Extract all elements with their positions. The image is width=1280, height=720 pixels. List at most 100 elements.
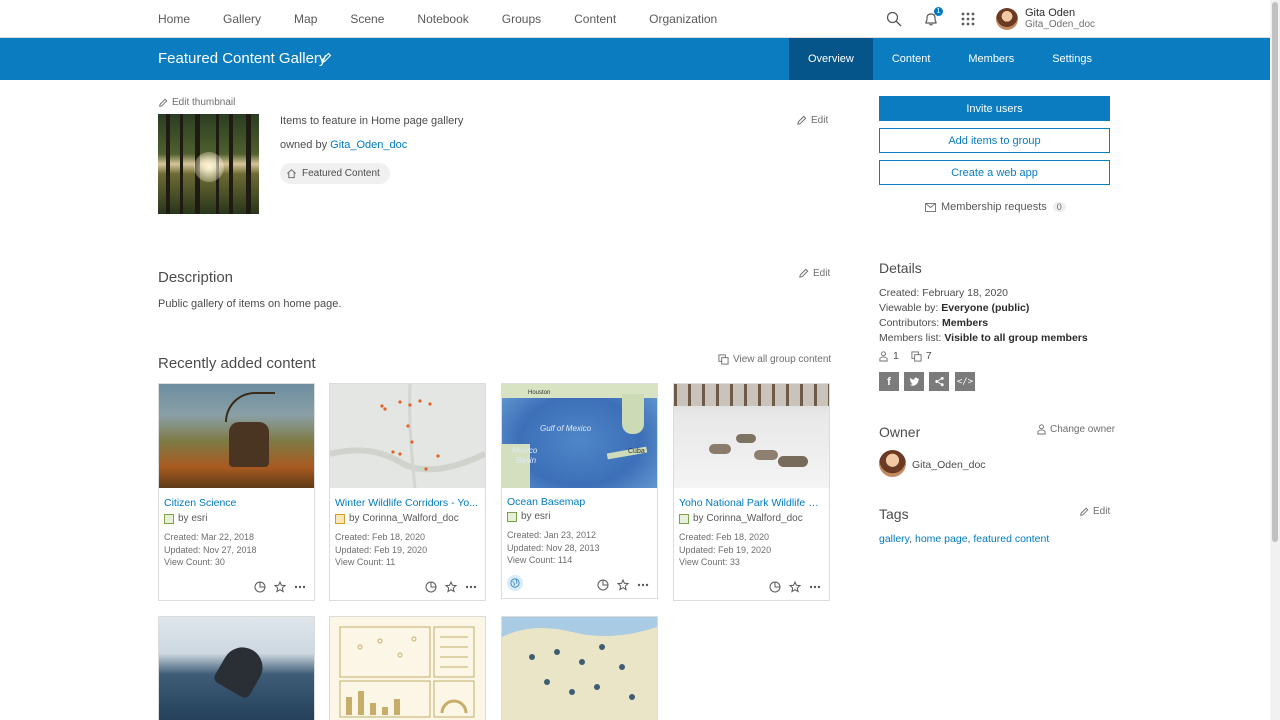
group-summary: Items to feature in Home page gallery [280,115,464,127]
owner-name[interactable]: Gita_Oden_doc [912,459,986,471]
tab-settings[interactable]: Settings [1033,38,1111,80]
notification-count-badge: 1 [934,7,943,16]
embed-code-icon[interactable]: </> [955,372,975,391]
envelope-icon [925,202,936,212]
details-heading: Details [879,260,922,276]
tab-members[interactable]: Members [949,38,1033,80]
details-viewable: Viewable by: Everyone (public) [879,302,1029,314]
citizen-science-thumbnail [159,384,314,488]
tag-link[interactable]: featured content [973,533,1049,545]
edit-description-label: Edit [813,268,831,279]
details-counts: 1 7 [879,350,932,362]
invite-users-button[interactable]: Invite users [879,96,1110,121]
details-contributors: Contributors: Members [879,317,988,329]
nav-organization[interactable]: Organization [649,12,717,26]
tag-link[interactable]: home page [915,533,968,545]
nav-scene[interactable]: Scene [350,12,384,26]
view-all-group-content-link[interactable]: View all group content [718,354,831,365]
content-card-views: View Count: 11 [335,557,396,567]
user-username: Gita_Oden_doc [1025,19,1096,30]
content-card-title[interactable]: Yoho National Park Wildlife M... [679,497,825,509]
page-scrollbar[interactable] [1270,0,1280,720]
basemap-globe-icon [507,575,523,591]
content-card-meta: Created: Jan 23, 2012 Updated: Nov 28, 2… [507,529,600,567]
person-icon [1037,424,1046,435]
viewable-label: Viewable by: [879,302,939,314]
recent-content-heading: Recently added content [158,355,316,372]
user-menu[interactable]: Gita Oden Gita_Oden_doc [996,7,1095,31]
web-map-item-type-icon [335,513,345,524]
scrollbar-thumb[interactable] [1272,2,1278,542]
facebook-share-icon[interactable]: f [879,372,899,391]
pencil-icon [799,268,809,278]
content-card-owner-text: by esri [521,511,551,522]
content-card-meta: Created: Feb 18, 2020 Updated: Feb 19, 2… [679,531,771,569]
edit-description-link[interactable]: Edit [798,268,830,279]
content-card-title[interactable]: Ocean Basemap [507,496,653,508]
edit-title-pencil-icon[interactable] [320,52,332,67]
edit-summary-link[interactable]: Edit [796,115,828,126]
winter-wildlife-map-thumbnail [330,384,485,488]
more-options-icon[interactable] [465,581,477,593]
content-card-title[interactable]: Winter Wildlife Corridors - Yo... [335,497,481,509]
sharing-status-icon[interactable] [425,581,437,593]
content-card [501,616,658,720]
more-options-icon[interactable] [809,581,821,593]
change-owner-label: Change owner [1050,424,1116,435]
canada-map-thumbnail [502,617,657,720]
tab-overview[interactable]: Overview [789,38,873,80]
nav-map[interactable]: Map [294,12,317,26]
nav-gallery[interactable]: Gallery [223,12,261,26]
app-launcher-icon[interactable] [958,9,978,29]
tag-link[interactable]: gallery [879,533,909,545]
description-heading: Description [158,269,234,286]
more-options-icon[interactable] [294,581,306,593]
membership-requests-link[interactable]: Membership requests 0 [925,201,1066,213]
content-card-actions [589,579,649,591]
nav-notebook[interactable]: Notebook [417,12,468,26]
featured-chip-label: Featured Content [302,168,380,179]
map-label-mexico: Mexico [512,446,538,455]
content-card: Winter Wildlife Corridors - Yo... by Cor… [329,383,486,601]
sharing-status-icon[interactable] [254,581,266,593]
content-card: Yoho National Park Wildlife M... by Cori… [673,383,830,601]
create-web-app-button[interactable]: Create a web app [879,160,1110,185]
item-count: 7 [925,350,932,362]
nav-links: Home Gallery Map Scene Notebook Groups C… [158,0,750,38]
content-card-created: Created: Jan 23, 2012 [507,530,597,540]
twitter-share-icon[interactable] [904,372,924,391]
user-full-name: Gita Oden [1025,7,1076,19]
content-card-views: View Count: 114 [507,555,573,565]
favorite-star-icon[interactable] [617,579,629,591]
nav-tools: 1 [884,0,995,38]
owner-heading: Owner [879,424,921,440]
nav-home[interactable]: Home [158,12,190,26]
edit-tags-link[interactable]: Edit [1079,506,1110,517]
more-options-icon[interactable] [637,579,649,591]
owned-by-label: owned by [280,139,328,151]
share-link-icon[interactable] [929,372,949,391]
nav-content[interactable]: Content [574,12,616,26]
edit-thumbnail-link[interactable]: Edit thumbnail [158,97,235,108]
content-stack-icon [718,354,729,365]
notifications-bell-icon[interactable]: 1 [921,7,943,29]
change-owner-link[interactable]: Change owner [1037,424,1115,435]
group-owner-link[interactable]: Gita_Oden_doc [330,139,407,151]
content-card-owner: by Corinna_Walford_doc [335,513,459,524]
content-card-title[interactable]: Citizen Science [164,497,310,509]
favorite-star-icon[interactable] [274,581,286,593]
sharing-status-icon[interactable] [597,579,609,591]
search-icon[interactable] [884,9,904,29]
nav-groups[interactable]: Groups [502,12,541,26]
tab-content[interactable]: Content [873,38,950,80]
pencil-icon [159,98,168,107]
content-card-actions [246,581,306,593]
content-card: Citizen Science by esri Created: Mar 22,… [158,383,315,601]
content-card-created: Created: Mar 22, 2018 [164,532,255,542]
sharing-status-icon[interactable] [769,581,781,593]
add-items-button[interactable]: Add items to group [879,128,1110,153]
favorite-star-icon[interactable] [789,581,801,593]
content-card-updated: Updated: Nov 27, 2018 [164,544,257,555]
favorite-star-icon[interactable] [445,581,457,593]
group-tabs: Overview Content Members Settings [789,38,1111,80]
